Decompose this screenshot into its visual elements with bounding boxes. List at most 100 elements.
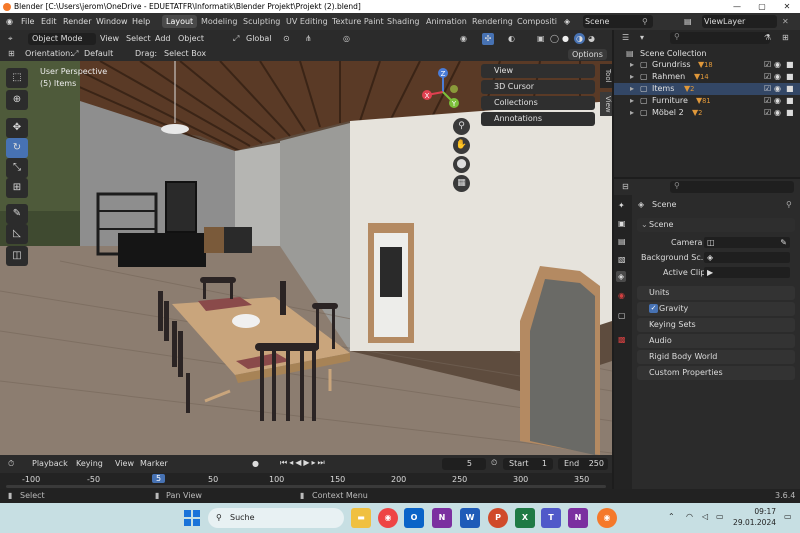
collection-tab-icon[interactable]: ▢ [618,311,626,320]
eye-icon[interactable]: ◉ [774,59,781,71]
render-tab-icon[interactable]: ▣ [618,219,626,228]
panel-annotations[interactable]: Annotations [481,112,595,126]
camera-icon[interactable]: ■ [786,107,794,119]
close-icon[interactable]: ✕ [782,13,789,30]
menu-render[interactable]: Render [63,13,91,30]
onenote-icon[interactable]: N [432,508,452,528]
keying-sets-section[interactable]: Keying Sets [637,318,795,332]
panel-3d-cursor[interactable]: 3D Cursor [481,80,595,94]
timeline-scrollbar[interactable] [6,485,606,488]
editor-type-icon[interactable]: ⌖ [8,30,13,47]
start-icon[interactable] [184,510,200,526]
annotate-icon[interactable]: ✎ [6,204,28,224]
tab-layout[interactable]: Layout [162,15,198,28]
pan-hand-icon[interactable]: ✋ [453,137,470,154]
rigid-body-world-section[interactable]: Rigid Body World [637,350,795,364]
outliner-row[interactable]: ▸ ▢ Rahmen ▼14 ☑ ◉ ■ [614,71,800,83]
volume-icon[interactable]: ◁ [702,512,708,521]
notification-icon[interactable]: ▭ [784,512,792,521]
panel-view[interactable]: View [481,64,595,78]
expand-icon[interactable]: ▸ [630,83,634,95]
measure-icon[interactable]: ◺ [6,224,28,244]
tab-uv-editing[interactable]: UV Editing [286,13,328,30]
checkbox-icon[interactable]: ☑ [764,59,771,71]
transform-orientation-select[interactable]: Global [246,30,272,47]
file-explorer-icon[interactable]: ▬ [351,508,371,528]
tab-animation[interactable]: Animation [426,13,467,30]
timeline-ruler[interactable]: -100 -50 5 50 100 150 200 250 300 350 [0,473,612,489]
minimize-icon[interactable]: — [725,0,749,13]
zoom-icon[interactable]: ⚲ [453,118,470,135]
eye-icon[interactable]: ◉ [774,83,781,95]
clock-date[interactable]: 29.01.2024 [732,518,776,527]
outliner-row[interactable]: ▸ ▢ Furniture ▼81 ☑ ◉ ■ [614,95,800,107]
tab-shading[interactable]: Shading [387,13,420,30]
outliner-editor-icon[interactable]: ☰ [622,33,629,42]
view-layer-tab-icon[interactable]: ▧ [618,255,626,264]
tab-rendering[interactable]: Rendering [472,13,513,30]
menu-edit[interactable]: Edit [41,13,57,30]
camera-icon[interactable]: ■ [786,71,794,83]
chrome-icon[interactable]: ◉ [378,508,398,528]
menu-select[interactable]: Select [126,30,151,47]
scene-collection-label[interactable]: Scene Collection [640,49,707,58]
shading-material-icon[interactable]: ◑ [574,33,585,44]
tab-tool[interactable]: Tool [600,64,612,88]
world-tab-icon[interactable]: ◉ [618,291,625,300]
properties-editor-icon[interactable]: ⊟ [622,182,629,191]
cursor-icon[interactable]: ⊕ [6,90,28,110]
camera-icon[interactable]: ■ [786,59,794,71]
start-frame-field[interactable]: Start 1 [503,458,553,470]
new-collection-icon[interactable]: ⊞ [782,33,789,42]
wifi-icon[interactable]: ◠ [686,512,693,521]
chevron-up-icon[interactable]: ⌃ [668,512,675,521]
scene-icon[interactable]: ◈ [564,13,570,30]
menu-window[interactable]: Window [96,13,128,30]
blender-taskbar-icon[interactable]: ◉ [597,508,617,528]
custom-properties-section[interactable]: Custom Properties [637,366,795,380]
maximize-icon[interactable]: ▢ [750,0,774,13]
expand-icon[interactable]: ▸ [630,59,634,71]
audio-section[interactable]: Audio [637,334,795,348]
end-frame-field[interactable]: End 250 [558,458,608,470]
panel-collections[interactable]: Collections [481,96,595,110]
xray-icon[interactable]: ▣ [537,30,545,47]
drag-select[interactable]: Select Box [164,47,206,61]
outliner-row[interactable]: ▸ ▢ Möbel 2 ▼2 ☑ ◉ ■ [614,107,800,119]
gizmo-toggle-icon[interactable]: ✣ [482,33,494,45]
eye-icon[interactable]: ◉ [774,107,781,119]
eye-icon[interactable]: ◉ [774,71,781,83]
playback-controls-icon[interactable]: ⏮◂◀▶▸⏭ [280,458,327,468]
timeline-editor-icon[interactable]: ⏱ [8,459,14,469]
scale-icon[interactable]: ⤡ [6,158,28,178]
tab-modeling[interactable]: Modeling [201,13,237,30]
eyedropper-icon[interactable]: ✎ [780,237,787,248]
blender-menu-icon[interactable]: ◉ [6,13,13,30]
checkbox-icon[interactable]: ☑ [764,107,771,119]
gravity-checkbox[interactable]: ✓ [649,304,658,313]
menu-add[interactable]: Add [155,30,171,47]
scene-tab-icon[interactable]: ◈ [616,271,627,282]
pivot-icon[interactable]: ⊙ [283,30,290,47]
camera-icon[interactable]: ■ [786,83,794,95]
timeline-view-menu[interactable]: View [115,459,134,468]
battery-icon[interactable]: ▭ [716,512,724,521]
outliner-row-selected[interactable]: ▸ ▢ Items ▼2 ☑ ◉ ■ [614,83,800,95]
select-box-icon[interactable]: ⬚ [6,68,28,88]
tab-sculpting[interactable]: Sculpting [243,13,280,30]
checkbox-icon[interactable]: ☑ [764,95,771,107]
word-icon[interactable]: W [460,508,480,528]
scene-section-header[interactable]: Scene [637,218,795,232]
proportional-editing-icon[interactable]: ◎ [343,30,350,47]
filter-icon[interactable]: ⚗ [764,33,771,42]
outliner-row[interactable]: ▸ ▢ Grundriss ▼18 ☑ ◉ ■ [614,59,800,71]
timeline-playback-menu[interactable]: Playback [32,459,68,468]
playhead-frame[interactable]: 5 [152,474,166,483]
transform-orientation-icon[interactable]: ⤢ [233,30,239,47]
menu-object[interactable]: Object [178,30,204,47]
taskbar-search[interactable]: ⚲ Suche [208,508,344,528]
menu-help[interactable]: Help [132,13,150,30]
expand-icon[interactable]: ▸ [630,71,634,83]
timeline-keying-menu[interactable]: Keying [76,459,103,468]
gravity-section[interactable]: Gravity [637,302,795,316]
